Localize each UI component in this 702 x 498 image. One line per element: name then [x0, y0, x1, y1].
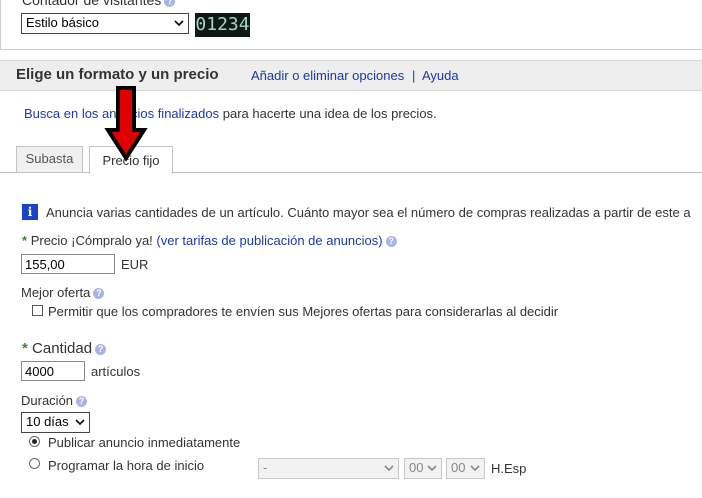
publish-now-label: Publicar anuncio inmediatamente [48, 435, 241, 450]
start-date-select[interactable]: - [258, 458, 399, 479]
duration-select[interactable]: 10 días [21, 412, 90, 433]
schedule-start-label: Programar la hora de inicio [48, 458, 205, 473]
help-icon[interactable]: ? [385, 236, 397, 248]
best-offer-checkbox-label: Permitir que los compradores te envíen s… [48, 304, 559, 319]
section-title: Elige un formato y un precio [16, 66, 219, 83]
link-separator: | [412, 68, 416, 83]
duration-value: 10 días [26, 414, 69, 429]
chevron-down-icon [75, 419, 85, 426]
start-minute-value: 00 [451, 460, 466, 475]
help-link[interactable]: Ayuda [422, 68, 459, 83]
quantity-label-row: * Cantidad? [22, 340, 107, 357]
help-icon[interactable]: ? [76, 396, 88, 408]
help-icon[interactable]: ? [95, 343, 107, 355]
tab-auction-label: Subasta [25, 151, 74, 166]
start-hour-select[interactable]: 00 [404, 458, 442, 479]
info-icon: i [22, 204, 38, 220]
counter-label: Contador de visitantes? [22, 0, 176, 8]
start-minute-select[interactable]: 00 [446, 458, 485, 479]
red-arrow-annotation [104, 86, 148, 162]
best-offer-label-row: Mejor oferta? [21, 285, 105, 300]
counter-label-text: Contador de visitantes [22, 0, 162, 8]
counter-preview: 01234 [195, 13, 250, 37]
listing-fees-link[interactable]: (ver tarifas de publicación de anuncios) [156, 233, 382, 248]
info-text: Anuncia varias cantidades de un artículo… [46, 205, 691, 220]
price-currency: EUR [121, 257, 149, 272]
tip-line: Busca en los anuncios finalizados para h… [24, 106, 437, 121]
price-label-row: * Precio ¡Cómpralo ya! (ver tarifas de p… [22, 233, 397, 248]
start-hour-value: 00 [409, 460, 424, 475]
chevron-down-icon [470, 465, 480, 472]
quantity-input[interactable] [21, 361, 85, 381]
quantity-unit: artículos [91, 364, 141, 379]
start-date-value: - [263, 460, 268, 475]
chevron-down-icon [174, 20, 184, 27]
schedule-start-radio[interactable] [29, 458, 40, 469]
counter-preview-digits: 01234 [195, 14, 250, 35]
quantity-label: Cantidad [32, 340, 93, 357]
duration-label-row: Duración? [21, 393, 88, 408]
chevron-down-icon [427, 465, 437, 472]
price-input[interactable] [21, 254, 115, 274]
timezone-label: H.Esp [491, 461, 527, 476]
best-offer-checkbox[interactable] [32, 305, 43, 316]
counter-style-select[interactable]: Estilo básico [21, 13, 189, 34]
tab-auction[interactable]: Subasta [16, 146, 83, 172]
duration-label: Duración [21, 393, 74, 408]
add-remove-options-link[interactable]: Añadir o eliminar opciones [251, 68, 404, 83]
help-icon[interactable]: ? [93, 288, 105, 300]
required-star: * [22, 340, 28, 357]
price-label: Precio ¡Cómpralo ya! [30, 233, 153, 248]
publish-now-radio[interactable] [29, 436, 40, 447]
help-icon[interactable]: ? [164, 0, 176, 7]
chevron-down-icon [384, 465, 394, 472]
counter-style-value: Estilo básico [26, 15, 99, 30]
counter-box-border [0, 0, 1, 50]
tip-text: para hacerte una idea de los precios. [222, 106, 437, 121]
required-star: * [22, 233, 28, 248]
top-divider [0, 49, 702, 50]
best-offer-label: Mejor oferta [21, 285, 91, 300]
